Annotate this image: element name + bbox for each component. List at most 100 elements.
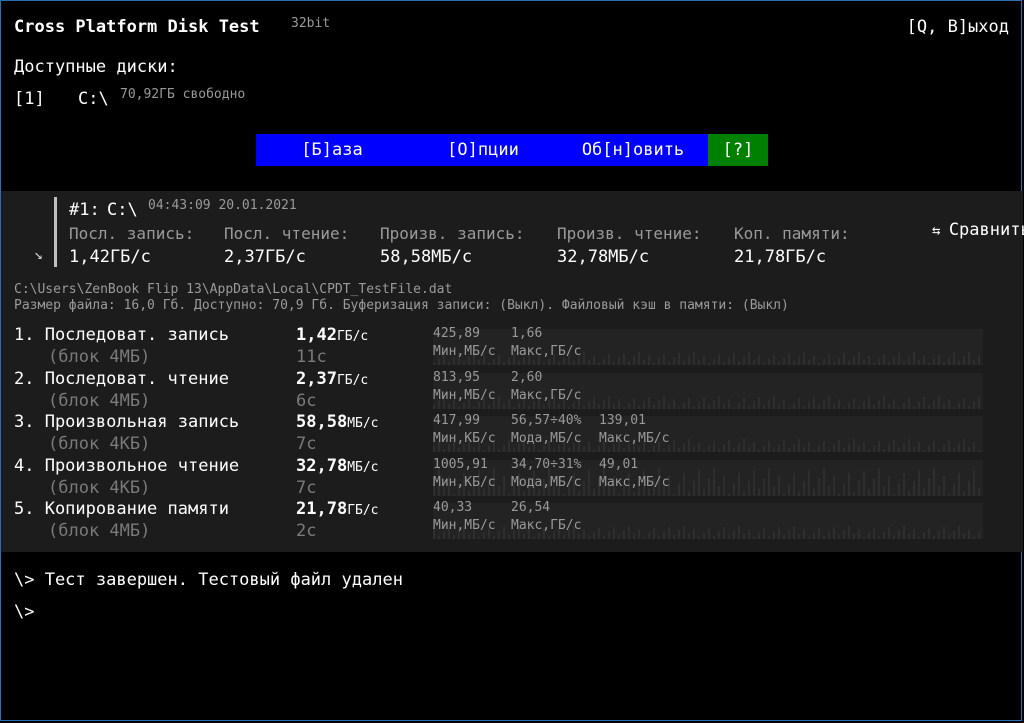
graph-tick	[948, 534, 950, 539]
graph-tick	[623, 353, 625, 365]
graph-tick	[798, 491, 800, 496]
file-info: Размер файла: 16,0 Гб. Доступно: 70,9 Гб…	[14, 298, 789, 313]
graph-tick	[673, 440, 675, 452]
compare-label: Сравнить	[948, 220, 1024, 240]
graph-tick	[933, 441, 935, 452]
disk-index[interactable]: [1]	[14, 89, 45, 109]
graph-tick	[803, 529, 805, 539]
graph-tick	[628, 526, 630, 539]
graph-tick	[708, 478, 710, 496]
test-stat-value: 139,01	[599, 413, 646, 428]
graph-tick	[823, 441, 825, 452]
graph-tick	[838, 534, 840, 539]
graph-tick	[878, 358, 880, 365]
graph-tick	[828, 396, 830, 409]
graph-tick	[593, 397, 595, 409]
graph-tick	[708, 404, 710, 409]
graph-tick	[728, 534, 730, 539]
graph-tick	[943, 361, 945, 365]
graph-tick	[763, 404, 765, 409]
graph-tick	[773, 396, 775, 409]
test-stat-label: Макс,МБ/с	[599, 431, 670, 446]
graph-tick	[588, 442, 590, 452]
graph-tick	[863, 470, 865, 496]
graph-tick	[548, 535, 550, 539]
graph-tick	[813, 488, 815, 496]
test-stat-label: Мин,МБ/с	[433, 518, 496, 533]
graph-tick	[783, 534, 785, 539]
console-prompt[interactable]: \>	[14, 602, 34, 622]
graph-tick	[858, 446, 860, 452]
graph-tick	[573, 360, 575, 365]
graph-tick	[683, 360, 685, 365]
graph-tick	[618, 399, 620, 409]
expand-arrow-icon[interactable]: ↘	[34, 245, 43, 263]
quit-button[interactable]: [Q, В]ыход	[907, 17, 1009, 37]
graph-tick	[943, 475, 945, 496]
graph-tick	[833, 527, 835, 539]
graph-tick	[628, 360, 630, 365]
graph-tick	[718, 531, 720, 539]
graph-tick	[638, 352, 640, 365]
graph-tick	[898, 530, 900, 539]
graph-tick	[858, 481, 860, 496]
graph-tick	[938, 354, 940, 365]
graph-tick	[523, 533, 525, 539]
graph-tick	[723, 403, 725, 409]
graph-tick	[753, 537, 755, 539]
app-title: Cross Platform Disk Test	[14, 17, 260, 37]
graph-tick	[693, 405, 695, 409]
graph-tick	[903, 526, 905, 539]
graph-tick	[808, 470, 810, 496]
test-result: 2,37ГБ/с	[296, 369, 368, 389]
result-drive: C:\	[107, 200, 138, 220]
graph-tick	[888, 403, 890, 409]
menu-base-button[interactable]: [Б]аза	[256, 134, 408, 166]
compare-button[interactable]: ⇆ Сравнить	[891, 200, 1024, 260]
menu-options-button[interactable]: [О]пции	[408, 134, 558, 166]
graph-tick	[528, 446, 530, 452]
graph-tick	[853, 398, 855, 409]
graph-tick	[643, 537, 645, 539]
graph-tick	[773, 486, 775, 496]
graph-tick	[973, 401, 975, 409]
graph-tick	[533, 359, 535, 365]
test-name: 5. Копирование памяти	[14, 499, 229, 519]
app-window: Cross Platform Disk Test 32bit [Q, В]ыхо…	[0, 0, 1024, 721]
graph-tick	[533, 401, 535, 409]
graph-tick	[808, 537, 810, 539]
graph-tick	[743, 356, 745, 365]
summary-label-rand-read: Произв. чтение:	[557, 224, 702, 243]
graph-tick	[863, 401, 865, 409]
graph-tick	[538, 532, 540, 539]
graph-tick	[463, 360, 465, 365]
graph-tick	[973, 359, 975, 365]
graph-tick	[853, 439, 855, 452]
graph-tick	[633, 356, 635, 365]
graph-tick	[733, 530, 735, 539]
graph-tick	[618, 494, 620, 496]
test-stat-label: Макс,ГБ/с	[511, 518, 582, 533]
graph-tick	[883, 396, 885, 409]
test-stat-value: 26,54	[511, 500, 551, 515]
menu-refresh-button[interactable]: Об[н]овить	[558, 134, 708, 166]
graph-tick	[538, 488, 540, 496]
graph-tick	[908, 533, 910, 539]
graph-tick	[823, 535, 825, 539]
graph-tick	[513, 447, 515, 452]
graph-tick	[918, 401, 920, 409]
graph-tick	[493, 358, 495, 365]
graph-tick	[863, 537, 865, 539]
graph-tick	[498, 486, 500, 496]
disk-drive[interactable]: C:\	[78, 89, 109, 109]
graph-tick	[863, 359, 865, 365]
test-result-value: 1,42	[296, 325, 337, 345]
graph-tick	[868, 488, 870, 496]
graph-tick	[433, 404, 435, 409]
graph-tick	[848, 526, 850, 539]
graph-tick	[593, 450, 595, 452]
graph-tick	[778, 361, 780, 365]
graph-tick	[868, 397, 870, 409]
graph-tick	[703, 488, 705, 496]
menu-help-button[interactable]: [?]	[708, 134, 768, 166]
